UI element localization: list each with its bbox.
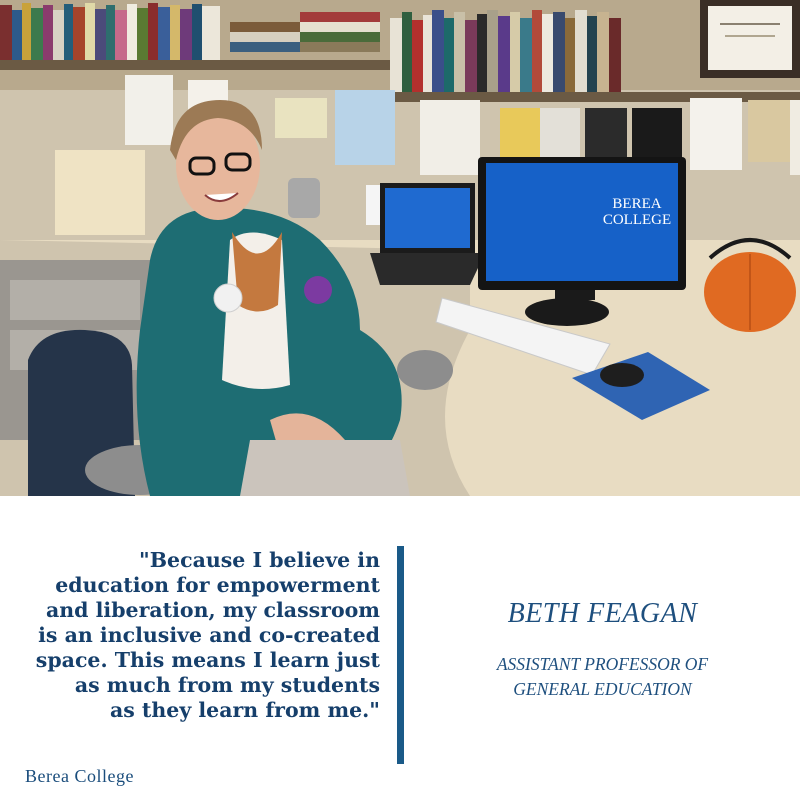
office-photo: BEREA COLLEGE: [0, 0, 800, 496]
kettle: [288, 178, 320, 218]
bottle: [366, 185, 380, 225]
monitor-brand-line2: COLLEGE: [603, 212, 671, 228]
monitor-brand-line1: BEREA: [612, 196, 661, 212]
pumpkin-bucket: [704, 238, 796, 332]
vertical-divider: [397, 546, 404, 764]
photo-illustration: BEREA COLLEGE: [0, 0, 800, 496]
mouse: [600, 363, 644, 387]
person-name: BETH FEAGAN: [507, 598, 698, 629]
berea-college-wordmark: Berea College: [25, 766, 134, 786]
quote-text: "Because I believe in education for empo…: [35, 548, 380, 722]
framed-certificate: [700, 0, 800, 78]
laptop: [370, 183, 485, 285]
person-title: ASSISTANT PROFESSOR OF GENERAL EDUCATION: [496, 654, 709, 699]
chair-arm-right: [397, 350, 453, 390]
folder-tray: [55, 150, 145, 235]
